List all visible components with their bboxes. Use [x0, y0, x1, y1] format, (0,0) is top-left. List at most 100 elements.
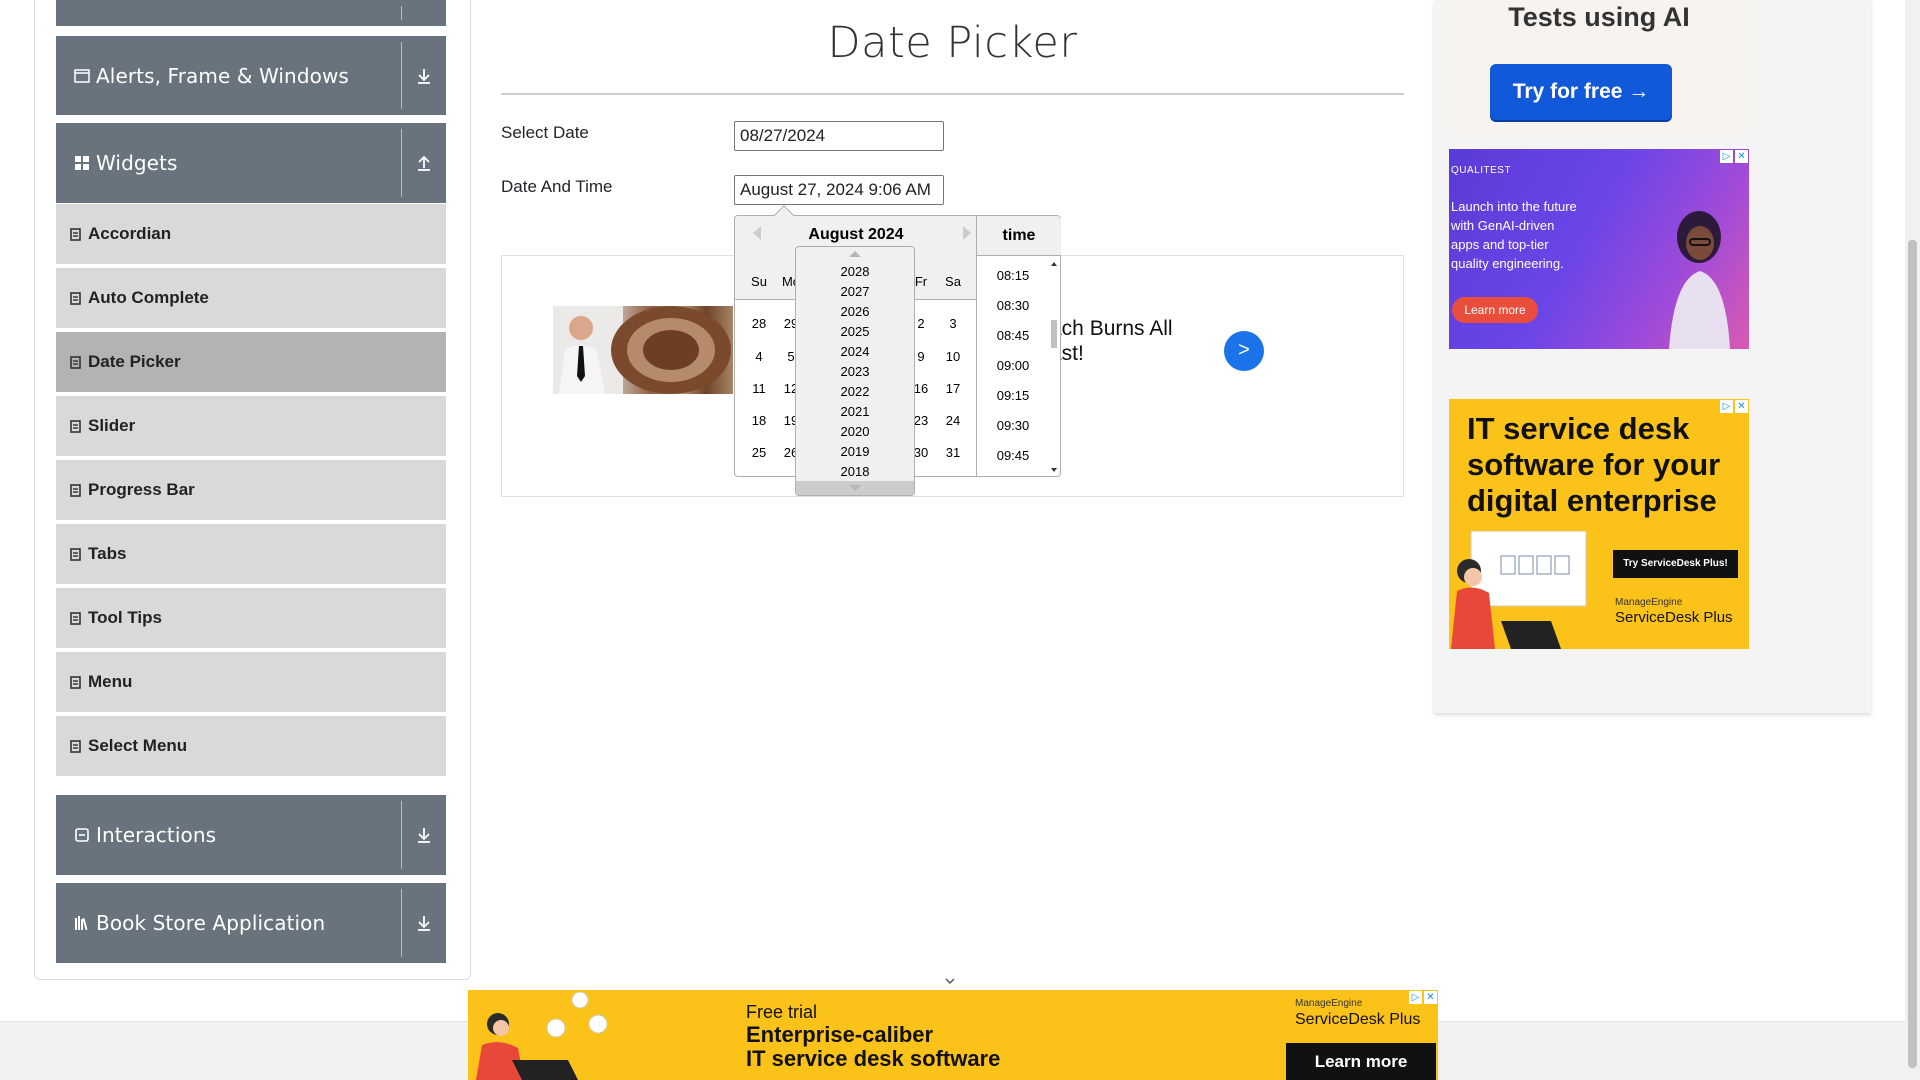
- item-icon: [70, 675, 81, 689]
- bottom-banner-ad[interactable]: ▷ ✕ Free trial Enterprise-caliber IT serv…: [468, 990, 1438, 1080]
- ad-illustration: [476, 991, 608, 1080]
- sidebar-item-menu[interactable]: Menu: [56, 652, 446, 714]
- next-month-icon[interactable]: [963, 226, 971, 240]
- ad-brand-big: ServiceDesk Plus: [1295, 1011, 1421, 1028]
- calendar-day[interactable]: 24: [937, 413, 969, 428]
- ad-choices[interactable]: ▷ ✕: [1409, 991, 1437, 1004]
- sidebar-item-date-picker[interactable]: Date Picker: [56, 332, 446, 394]
- download-arrow-icon[interactable]: [414, 825, 434, 845]
- learn-more-button[interactable]: Learn more: [1452, 297, 1538, 323]
- sidebar-item-slider[interactable]: Slider: [56, 396, 446, 458]
- year-option[interactable]: 2020: [796, 424, 914, 439]
- time-option[interactable]: 08:15: [977, 268, 1049, 283]
- year-option[interactable]: 2024: [796, 344, 914, 359]
- year-option[interactable]: 2023: [796, 364, 914, 379]
- download-arrow-icon[interactable]: [414, 913, 434, 933]
- learn-more-button[interactable]: Learn more: [1286, 1043, 1436, 1080]
- select-date-input[interactable]: 08/27/2024: [734, 121, 944, 151]
- sidebar-item-tabs[interactable]: Tabs: [56, 524, 446, 586]
- ad-headline-line: ach Burns All: [1050, 317, 1173, 340]
- ad-choices[interactable]: ▷ ✕: [1720, 150, 1748, 163]
- group-book-store-application[interactable]: Book Store Application: [56, 883, 446, 963]
- calendar-day[interactable]: 28: [743, 316, 775, 331]
- ad-copy: Launch into the future with GenAI-driven…: [1451, 199, 1577, 271]
- download-arrow-icon[interactable]: [414, 66, 434, 86]
- try-for-free-button[interactable]: Try for free →: [1490, 64, 1672, 120]
- sidebar-item-auto-complete[interactable]: Auto Complete: [56, 268, 446, 330]
- year-dropdown[interactable]: 2028 2027 2026 2025 2024 2023 2022 2021 …: [795, 246, 915, 496]
- year-option[interactable]: 2022: [796, 384, 914, 399]
- year-option[interactable]: 2019: [796, 444, 914, 459]
- item-icon: [70, 291, 81, 305]
- time-option[interactable]: 09:45: [977, 448, 1049, 463]
- books-icon: [74, 916, 90, 930]
- group-separator: [401, 889, 402, 957]
- sidebar-item-accordian[interactable]: Accordian: [56, 204, 446, 266]
- calendar-day[interactable]: 10: [937, 349, 969, 364]
- ad-close-icon[interactable]: ✕: [1424, 991, 1437, 1004]
- calendar-day[interactable]: 3: [937, 316, 969, 331]
- ad-servicedesk[interactable]: ▷ ✕ IT service desk software for your dig…: [1449, 399, 1749, 649]
- year-option[interactable]: 2028: [796, 264, 914, 279]
- ad-headline-line: ast!: [1050, 342, 1084, 365]
- ad-close-icon[interactable]: ✕: [1735, 150, 1748, 163]
- chevron-down-icon[interactable]: [944, 975, 956, 987]
- calendar-day[interactable]: 25: [743, 445, 775, 460]
- sidebar-item-select-menu[interactable]: Select Menu: [56, 716, 446, 778]
- item-icon: [70, 483, 81, 497]
- sidebar-item-progress-bar[interactable]: Progress Bar: [56, 460, 446, 522]
- page: Alerts, Frame & Windows Widgets Accordia…: [0, 0, 1920, 1080]
- sidebar-item-tool-tips[interactable]: Tool Tips: [56, 588, 446, 650]
- group-interactions[interactable]: Interactions: [56, 795, 446, 875]
- sidebar-item-label: Accordian: [88, 224, 172, 243]
- item-icon: [70, 355, 81, 369]
- year-option[interactable]: 2018: [796, 464, 914, 479]
- time-scrollbar[interactable]: [1049, 260, 1059, 474]
- sidebar-item-label: Date Picker: [88, 352, 181, 371]
- group-widgets[interactable]: Widgets: [56, 123, 446, 203]
- ad-qualitest[interactable]: ▷ ✕ QUALITEST Launch into the future with…: [1449, 149, 1749, 349]
- group-separator: [401, 129, 402, 197]
- time-option[interactable]: 08:45: [977, 328, 1049, 343]
- try-servicedesk-button[interactable]: Try ServiceDesk Plus!: [1613, 550, 1738, 578]
- year-option[interactable]: 2021: [796, 404, 914, 419]
- item-icon: [70, 419, 81, 433]
- page-scrollbar[interactable]: [1905, 0, 1920, 1080]
- year-option[interactable]: 2025: [796, 324, 914, 339]
- time-option[interactable]: 09:30: [977, 418, 1049, 433]
- group-previous[interactable]: [56, 0, 446, 26]
- time-option[interactable]: 09:00: [977, 358, 1049, 373]
- ad-ai-tests[interactable]: Tests using AI Try for free →: [1449, 0, 1749, 134]
- calendar-day[interactable]: 17: [937, 381, 969, 396]
- calendar-day[interactable]: 11: [743, 381, 775, 396]
- time-option[interactable]: 09:15: [977, 388, 1049, 403]
- time-option[interactable]: 08:30: [977, 298, 1049, 313]
- day-name: Sa: [945, 274, 961, 289]
- ad-free-trial: Free trial: [746, 1002, 818, 1022]
- year-option[interactable]: 2027: [796, 284, 914, 299]
- time-column[interactable]: time 08:15 08:30 08:45 09:00 09:15 09:30…: [976, 216, 1061, 476]
- calendar-day[interactable]: 31: [937, 445, 969, 460]
- date-and-time-input[interactable]: August 27, 2024 9:06 AM: [734, 175, 944, 205]
- ad-info-icon[interactable]: ▷: [1720, 150, 1733, 163]
- day-name: Su: [751, 274, 767, 289]
- year-scroll-up-icon[interactable]: [849, 251, 861, 257]
- ad-title: Tests using AI: [1508, 2, 1690, 32]
- group-separator: [401, 801, 402, 869]
- ad-next-button[interactable]: >: [1224, 331, 1264, 371]
- calendar-day[interactable]: 4: [743, 349, 775, 364]
- sidebar-item-label: Tool Tips: [88, 608, 162, 627]
- calendar-day[interactable]: 18: [743, 413, 775, 428]
- group-alerts-frame-windows[interactable]: Alerts, Frame & Windows: [56, 36, 446, 115]
- group-label: Alerts, Frame & Windows: [96, 63, 349, 88]
- page-scroll-thumb[interactable]: [1908, 240, 1917, 1068]
- select-date-label: Select Date: [501, 123, 589, 142]
- ad-info-icon[interactable]: ▷: [1409, 991, 1422, 1004]
- ad-headline: ach Burns All ast!: [1050, 316, 1173, 366]
- ad-headline: IT service desk software for your digita…: [1467, 411, 1721, 518]
- time-scroll-thumb[interactable]: [1051, 320, 1057, 348]
- upload-arrow-icon[interactable]: [414, 153, 434, 173]
- ad-illustration: [1451, 531, 1587, 649]
- year-option[interactable]: 2026: [796, 304, 914, 319]
- year-scroll-down-icon[interactable]: [849, 485, 861, 491]
